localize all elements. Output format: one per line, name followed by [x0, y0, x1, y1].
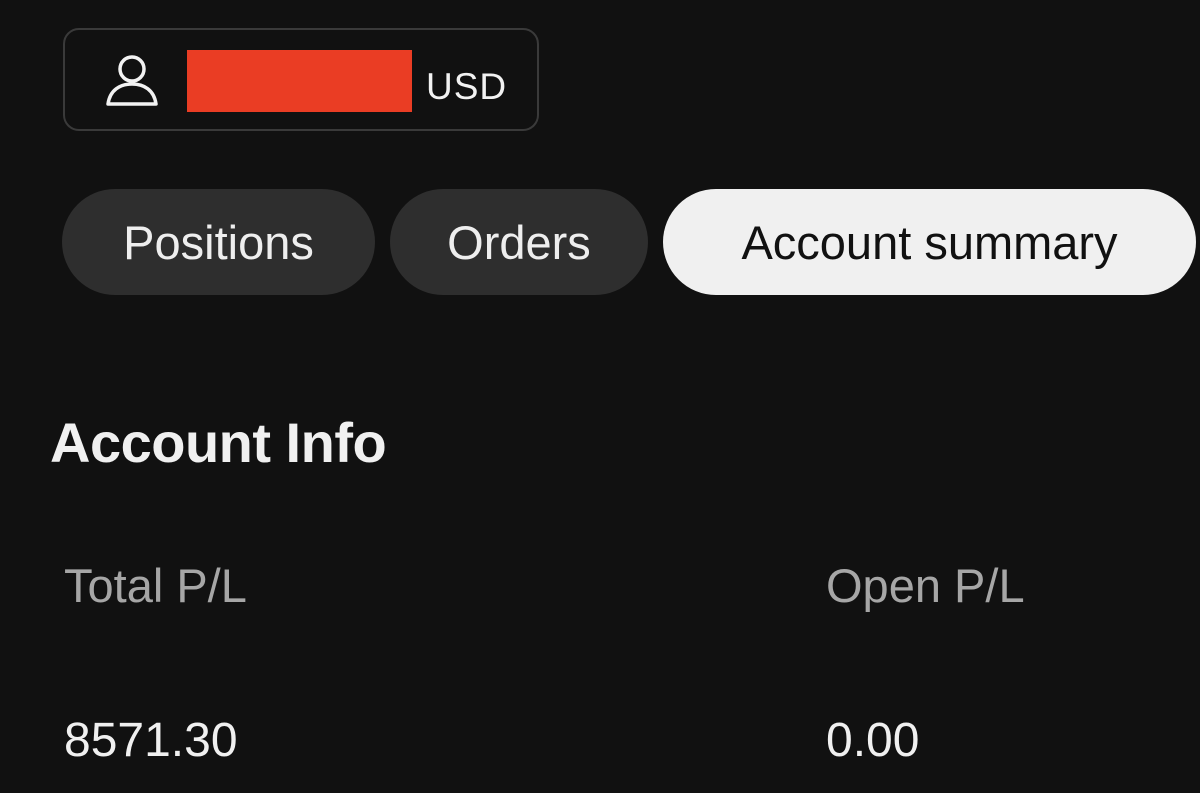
account-info-title: Account Info: [50, 411, 387, 474]
account-currency: USD: [426, 66, 508, 107]
user-icon: [103, 54, 161, 108]
total-pl-label: Total P/L: [64, 559, 247, 612]
tab-positions[interactable]: Positions: [62, 189, 375, 295]
open-pl-value: 0.00: [826, 714, 920, 767]
total-pl-value: 8571.30: [64, 714, 238, 767]
tab-account-summary[interactable]: Account summary: [663, 189, 1196, 295]
redacted-account-id: [187, 50, 412, 112]
open-pl-label: Open P/L: [826, 559, 1025, 612]
tab-orders[interactable]: Orders: [390, 189, 648, 295]
account-summary-screen: USD Positions Orders Account summary Acc…: [0, 0, 1200, 793]
account-selector[interactable]: USD: [63, 28, 539, 131]
